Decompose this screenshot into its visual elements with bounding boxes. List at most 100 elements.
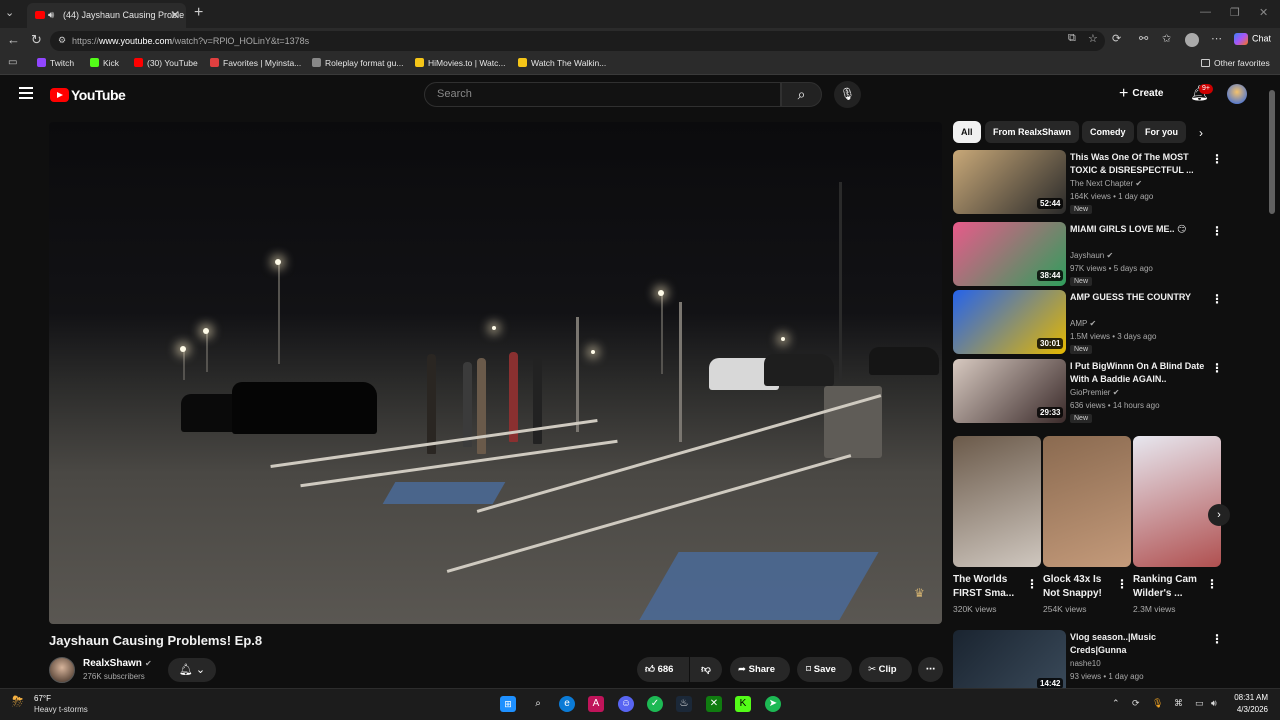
recommendation-item[interactable]: 52:44 This Was One Of The MOST TOXIC & DI… [953,150,1223,214]
short-title[interactable]: Ranking Cam Wilder's ... [1133,573,1199,601]
recommendation-item[interactable]: 29:33 I Put BigWinnn On A Blind Date With… [953,359,1223,423]
short-thumbnail[interactable] [953,436,1041,567]
clock-time[interactable]: 08:31 AM [1232,693,1268,702]
app-green-icon[interactable]: ✓ [647,696,663,712]
filter-chip[interactable]: All [953,121,981,143]
short-thumbnail[interactable] [1043,436,1131,567]
channel-avatar[interactable] [49,657,75,683]
xbox-icon[interactable]: ✕ [706,696,722,712]
copilot-chat-button[interactable]: Chat [1234,33,1271,45]
recommendation-item[interactable]: 38:44 MIAMI GIRLS LOVE ME.. 😏 Jayshaun ✔ 97… [953,222,1223,286]
more-menu-icon[interactable]: ⋯ [1211,32,1222,45]
video-title[interactable]: MIAMI GIRLS LOVE ME.. 😏 [1070,223,1205,236]
read-mode-icon[interactable]: ⧉ [1068,32,1076,45]
maximize-icon[interactable]: ❐ [1230,6,1240,19]
youtube-logo[interactable]: YouTube [50,87,126,103]
extensions-icon[interactable]: ⟳ [1112,32,1121,45]
url-field[interactable]: https://www.youtube.com/watch?v=RPlO_HOL… [50,31,1105,51]
search-button[interactable]: ⌕ [781,82,822,107]
more-vertical-icon[interactable]: ⋮ [1211,632,1223,646]
app-a-icon[interactable]: A [588,696,604,712]
more-vertical-icon[interactable]: ⋮ [1211,361,1223,375]
search-input[interactable]: Search [424,82,781,107]
short-title[interactable]: Glock 43x Is Not Snappy! [1043,573,1109,601]
tray-mic-icon[interactable]: 🎙︎ [1152,698,1163,709]
short-thumbnail[interactable] [1133,436,1221,567]
bookmark-item[interactable]: (30) YouTube [134,58,198,68]
tray-display-icon[interactable]: ▭ [1195,698,1204,709]
bookmark-item[interactable]: Favorites | Myinsta... [210,58,301,68]
bookmark-item[interactable]: Kick [90,58,119,68]
start-icon[interactable]: ⊞ [500,696,516,712]
other-favorites[interactable]: Other favorites [1201,58,1270,68]
browser-tab-active[interactable]: 🔊︎ (44) Jayshaun Causing Proble ✕ [27,3,186,28]
tray-network-icon[interactable]: ⌘ [1174,698,1183,709]
channel-watermark-icon[interactable]: ♛ [914,586,925,600]
new-tab-icon[interactable]: + [194,4,203,22]
taskbar-search-icon[interactable]: ⌕ [530,696,546,712]
filter-chip[interactable]: For you [1137,121,1186,143]
more-vertical-icon[interactable]: ⋮ [1206,577,1218,591]
discord-icon[interactable]: ☺ [618,696,634,712]
more-vertical-icon[interactable]: ⋮ [1211,292,1223,306]
share-button[interactable]: ➦ Share [730,657,790,682]
edge-icon[interactable]: e [559,696,575,712]
tray-refresh-icon[interactable]: ⟳ [1132,698,1140,709]
channel-name[interactable]: AMP ✔ [1070,319,1096,328]
video-title[interactable]: This Was One Of The MOST TOXIC & DISRESP… [1070,151,1205,177]
voice-search-button[interactable]: 🎙︎ [834,81,861,108]
menu-icon[interactable] [19,87,33,99]
more-vertical-icon[interactable]: ⋮ [1211,224,1223,238]
speaker-icon[interactable]: 🔊︎ [48,3,54,28]
dislike-button[interactable]: 👎︎ [690,657,722,682]
recommendation-item[interactable]: 14:42 Vlog season..|Music Creds|Gunna na… [953,630,1223,694]
refresh-icon[interactable]: ↻ [31,32,42,48]
more-vertical-icon[interactable]: ⋮ [1026,577,1038,591]
bookmark-item[interactable]: Watch The Walkin... [518,58,606,68]
like-button[interactable]: 👍︎ 686 [637,657,689,682]
site-info-icon[interactable]: ⚙ [58,35,66,46]
short-title[interactable]: The Worlds FIRST Sma... [953,573,1019,601]
channel-name[interactable]: Jayshaun ✔ [1070,251,1113,260]
weather-storm-icon[interactable]: ⛈ [12,693,23,710]
channel-name[interactable]: RealxShawn [83,658,142,669]
video-player[interactable] [49,122,942,624]
back-icon[interactable]: ← [7,32,20,47]
minimize-icon[interactable]: — [1200,6,1211,18]
profile-icon[interactable] [1185,33,1199,47]
chips-next-icon[interactable]: › [1199,126,1203,140]
clock-date[interactable]: 4/3/2026 [1232,705,1268,714]
more-vertical-icon[interactable]: ⋮ [1211,152,1223,166]
app-green-2-icon[interactable]: ➤ [765,696,781,712]
favorite-star-icon[interactable]: ☆ [1088,32,1098,45]
create-button[interactable]: + Create [1119,82,1175,106]
favorites-icon[interactable]: ✩ [1162,32,1171,45]
channel-name[interactable]: The Next Chapter ✔ [1070,179,1142,188]
clip-button[interactable]: ✂ Clip [859,657,912,682]
bookmark-item[interactable]: Roleplay format gu... [312,58,403,68]
channel-name[interactable]: GioPremier ✔ [1070,388,1119,397]
account-avatar[interactable] [1227,84,1247,104]
filter-chip[interactable]: From RealxShawn [985,121,1080,143]
collections-icon[interactable]: ▭ [8,57,17,68]
split-screen-icon[interactable]: ⚯ [1139,32,1148,45]
close-tab-icon[interactable]: ✕ [170,3,180,28]
shorts-next-button[interactable]: › [1208,504,1230,526]
kick-icon[interactable]: K [735,696,751,712]
bookmark-item[interactable]: Twitch [37,58,74,68]
video-title[interactable]: AMP GUESS THE COUNTRY [1070,291,1205,304]
save-button[interactable]: ⌑ Save [797,657,852,682]
recommendation-item[interactable]: 30:01 AMP GUESS THE COUNTRY AMP ✔ 1.5M view… [953,290,1223,354]
channel-name[interactable]: nashe10 [1070,659,1101,668]
more-vertical-icon[interactable]: ⋮ [1116,577,1128,591]
more-actions-button[interactable]: ⋯ [918,657,943,682]
tray-expand-icon[interactable]: ⌃ [1112,698,1120,709]
tab-list-icon[interactable]: ⌄ [5,6,14,19]
close-window-icon[interactable]: ✕ [1259,6,1268,19]
page-scrollbar[interactable] [1269,90,1275,214]
bookmark-item[interactable]: HiMovies.to | Watc... [415,58,505,68]
steam-icon[interactable]: ♨ [676,696,692,712]
video-title[interactable]: Vlog season..|Music Creds|Gunna [1070,631,1205,657]
subscribed-bell-button[interactable]: 🔔︎ ⌄ [168,658,216,682]
tray-volume-icon[interactable]: 🔊︎ [1211,698,1217,709]
